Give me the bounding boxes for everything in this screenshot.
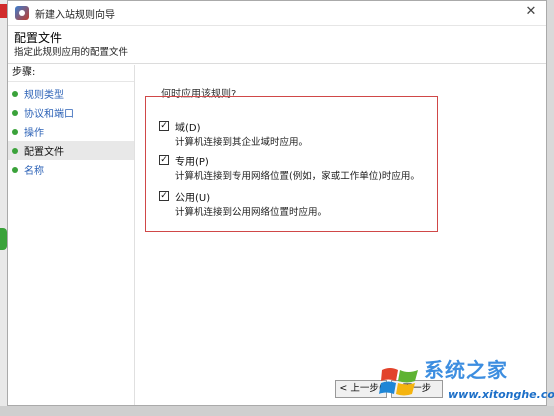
option-label[interactable]: 公用(U) xyxy=(175,189,210,204)
background-window-red-tab xyxy=(0,4,7,18)
step-dot-icon xyxy=(12,128,18,135)
option-description: 计算机连接到公用网络位置时应用。 xyxy=(175,207,328,218)
step-protocol-ports[interactable]: 协议和端口 xyxy=(8,103,134,122)
background-window-edge xyxy=(0,0,7,416)
step-label: 配置文件 xyxy=(24,147,64,158)
wizard-dialog: 新建入站规则向导 ✕ 配置文件 指定此规则应用的配置文件 步骤: 规则类型 协议… xyxy=(7,0,547,406)
watermark-title: 系统之家 xyxy=(424,358,508,382)
private-checkbox[interactable]: ✓ xyxy=(159,155,169,165)
watermark-url: www.xitonghe.com xyxy=(448,388,554,401)
option-label[interactable]: 域(D) xyxy=(175,119,201,134)
option-private: ✓ 专用(P) 计算机连接到专用网络位置(例如，家或工作单位)时应用。 xyxy=(159,153,420,182)
close-icon[interactable]: ✕ xyxy=(524,5,538,19)
step-profile[interactable]: 配置文件 xyxy=(8,141,134,160)
site-watermark: 系统之家 www.xitonghe.com xyxy=(378,354,554,408)
background-window-green-tab xyxy=(0,228,7,250)
steps-label: 步骤: xyxy=(8,65,134,82)
option-domain: ✓ 域(D) 计算机连接到其企业域时应用。 xyxy=(159,119,308,148)
option-label[interactable]: 专用(P) xyxy=(175,153,209,168)
windows-logo-icon xyxy=(379,368,418,396)
firewall-app-icon xyxy=(15,6,29,20)
page-subtitle: 指定此规则应用的配置文件 xyxy=(14,47,129,58)
step-dot-icon xyxy=(12,166,18,173)
step-name[interactable]: 名称 xyxy=(8,160,134,179)
step-label: 操作 xyxy=(24,128,44,139)
step-label: 协议和端口 xyxy=(24,109,74,120)
page-header: 配置文件 指定此规则应用的配置文件 xyxy=(8,26,546,64)
step-dot-icon xyxy=(12,147,18,154)
highlight-box: ✓ 域(D) 计算机连接到其企业域时应用。 ✓ 专用(P) 计算机连接到专用网络… xyxy=(145,96,438,232)
title-bar: 新建入站规则向导 ✕ xyxy=(8,1,546,26)
public-checkbox[interactable]: ✓ xyxy=(159,191,169,201)
steps-sidebar: 步骤: 规则类型 协议和端口 操作 配置文件 名称 xyxy=(8,65,135,405)
step-action[interactable]: 操作 xyxy=(8,122,134,141)
option-description: 计算机连接到其企业域时应用。 xyxy=(175,137,309,148)
step-label: 规则类型 xyxy=(24,90,64,101)
step-dot-icon xyxy=(12,90,18,97)
option-description: 计算机连接到专用网络位置(例如，家或工作单位)时应用。 xyxy=(175,171,420,182)
window-title: 新建入站规则向导 xyxy=(35,9,115,21)
step-dot-icon xyxy=(12,109,18,116)
step-rule-type[interactable]: 规则类型 xyxy=(8,84,134,103)
option-public: ✓ 公用(U) 计算机连接到公用网络位置时应用。 xyxy=(159,189,327,218)
page-title: 配置文件 xyxy=(14,31,63,45)
step-label: 名称 xyxy=(24,166,44,177)
domain-checkbox[interactable]: ✓ xyxy=(159,121,169,131)
